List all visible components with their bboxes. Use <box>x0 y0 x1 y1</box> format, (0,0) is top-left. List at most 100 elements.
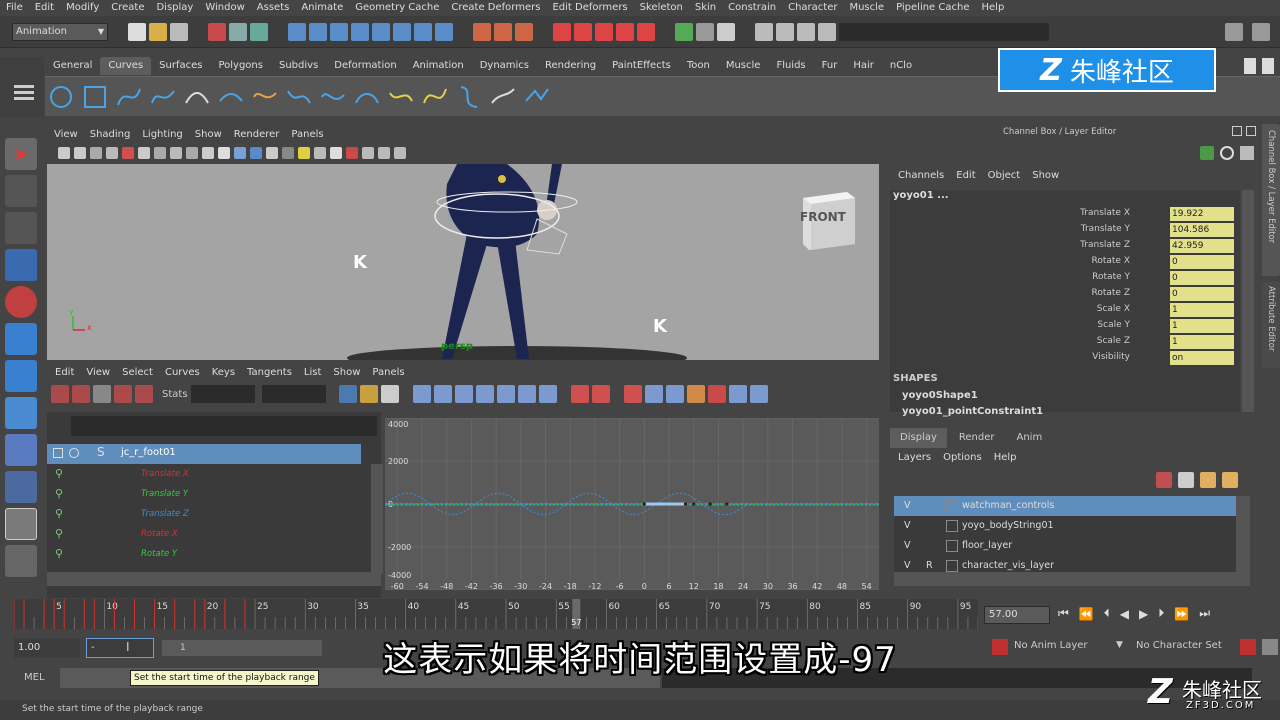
current-time-field[interactable]: 57.00 <box>984 606 1050 624</box>
shelf-tab-muscle[interactable]: Muscle <box>718 57 769 75</box>
cb-attr-value[interactable]: 0 <box>1170 271 1234 285</box>
cb-attr-value[interactable]: 1 <box>1170 303 1234 317</box>
render-settings-icon[interactable] <box>595 22 613 41</box>
snap-view-icon[interactable] <box>351 22 369 41</box>
ep-curve-icon[interactable] <box>149 83 177 111</box>
menu-edit-deformers[interactable]: Edit Deformers <box>546 0 633 16</box>
new-layer-selected-icon[interactable] <box>1222 472 1238 488</box>
panel-close-icon[interactable] <box>1246 126 1256 136</box>
play-forwards-icon[interactable]: ▶ <box>1139 607 1148 621</box>
shelf-tab-curves[interactable]: Curves <box>100 57 152 75</box>
outliner-hscrollbar[interactable] <box>47 572 381 586</box>
isolate-select-icon[interactable] <box>346 147 358 159</box>
graph-menu-view[interactable]: View <box>80 367 116 378</box>
layer-color-swatch[interactable] <box>946 540 958 552</box>
layout-icon[interactable] <box>1225 22 1243 41</box>
layer-visibility-toggle[interactable]: V <box>904 516 911 536</box>
layer-list-scrollbar[interactable] <box>1236 496 1250 574</box>
channel-row[interactable]: ⚲ Rotate Y <box>47 544 361 564</box>
menu-pipeline-cache[interactable]: Pipeline Cache <box>890 0 975 16</box>
go-to-start-icon[interactable]: ⏮ <box>1058 606 1069 621</box>
shelf-scroll-left-icon[interactable] <box>1244 58 1256 74</box>
swap-buffer-icon[interactable] <box>686 385 705 403</box>
shadows-icon[interactable] <box>314 147 326 159</box>
cb-menu-channels[interactable]: Channels <box>892 170 950 181</box>
move-layer-down-icon[interactable] <box>1178 472 1194 488</box>
layer-row[interactable]: Vyoyo_bodyString01 <box>894 516 1236 536</box>
keyframe[interactable] <box>642 502 646 506</box>
insert-knot-icon[interactable] <box>319 83 347 111</box>
image-plane-icon[interactable] <box>106 147 118 159</box>
outliner-vscrollbar[interactable] <box>371 464 383 574</box>
show-manip-icon[interactable] <box>5 434 37 466</box>
menu-window[interactable]: Window <box>199 0 250 16</box>
film-icon[interactable] <box>717 22 735 41</box>
cb-menu-show[interactable]: Show <box>1026 170 1065 181</box>
shelf-tab-nclo[interactable]: nClo <box>882 57 920 75</box>
graph-menu-keys[interactable]: Keys <box>206 367 241 378</box>
reverse-curve-icon[interactable] <box>421 83 449 111</box>
output-ops-icon[interactable] <box>494 22 512 41</box>
channel-row[interactable]: ⚲ Translate X <box>47 464 361 484</box>
break-tangents-icon[interactable] <box>570 385 589 403</box>
paint-select-icon[interactable] <box>5 212 37 244</box>
menu-create[interactable]: Create <box>105 0 150 16</box>
lights-icon[interactable] <box>298 147 310 159</box>
expand-icon[interactable] <box>53 448 63 458</box>
layer-color-swatch[interactable] <box>946 560 958 572</box>
hud-icon[interactable] <box>755 22 773 41</box>
outliner-node-row[interactable]: S jc_r_foot01 <box>47 444 361 464</box>
cb-menu-edit[interactable]: Edit <box>950 170 981 181</box>
menu-set-dropdown[interactable]: Animation ▼ <box>12 22 108 41</box>
wireframe-icon[interactable] <box>234 147 246 159</box>
move-tool-icon[interactable] <box>5 249 37 281</box>
viewport-menu-panels[interactable]: Panels <box>285 129 329 140</box>
move-layer-up-icon[interactable] <box>1156 472 1172 488</box>
soft-mod-icon[interactable] <box>5 397 37 429</box>
shelf-tab-subdivs[interactable]: Subdivs <box>271 57 326 75</box>
rebuild-curve-icon[interactable] <box>455 83 483 111</box>
layer-menu-layers[interactable]: Layers <box>892 452 937 463</box>
layer-visibility-toggle[interactable]: V <box>904 496 911 516</box>
menu-file[interactable]: File <box>0 0 29 16</box>
sound-icon[interactable] <box>675 22 693 41</box>
cb-attr-value[interactable]: 1 <box>1170 319 1234 333</box>
2d-pan-icon[interactable] <box>122 147 134 159</box>
plateau-tangent-icon[interactable] <box>538 385 557 403</box>
wireframe-on-shaded-icon[interactable] <box>266 147 278 159</box>
new-empty-layer-icon[interactable] <box>1200 472 1216 488</box>
retime-tool-icon[interactable] <box>135 385 153 403</box>
step-back-frame-icon[interactable]: ⏪ <box>1079 607 1094 621</box>
channel-row[interactable]: ⚲ Translate Z <box>47 504 361 524</box>
xray-active-icon[interactable] <box>378 147 390 159</box>
graph-menu-edit[interactable]: Edit <box>49 367 80 378</box>
universal-manip-icon[interactable] <box>5 360 37 392</box>
graph-menu-tangents[interactable]: Tangents <box>241 367 298 378</box>
unify-tangents-icon[interactable] <box>591 385 610 403</box>
shelf-tab-hair[interactable]: Hair <box>845 57 882 75</box>
square-curve-icon[interactable] <box>81 83 109 111</box>
time-slider[interactable]: 5 10 15 20 25 30 35 40 45 50 55 60 65 70 75 80 85 90 95 57 <box>13 599 979 629</box>
grid-icon[interactable] <box>138 147 150 159</box>
clamped-tangent-icon[interactable] <box>454 385 473 403</box>
cb-speed-icon[interactable] <box>1240 146 1254 160</box>
cb-menu-object[interactable]: Object <box>982 170 1027 181</box>
shelf-tab-painteffects[interactable]: PaintEffects <box>604 57 679 75</box>
menu-skin[interactable]: Skin <box>689 0 722 16</box>
menu-display[interactable]: Display <box>150 0 199 16</box>
layer-menu-options[interactable]: Options <box>937 452 988 463</box>
cb-shape-item[interactable]: yoyo01_pointConstraint1 <box>890 404 1240 420</box>
snap-surface-icon[interactable] <box>372 22 390 41</box>
step-tangent-icon[interactable] <box>517 385 536 403</box>
go-to-end-icon[interactable]: ⏭ <box>1199 606 1210 621</box>
layer-tab-anim[interactable]: Anim <box>1006 428 1052 448</box>
step-forward-frame-icon[interactable]: ⏩ <box>1174 607 1189 621</box>
shelf-tab-fluids[interactable]: Fluids <box>768 57 813 75</box>
step-back-key-icon[interactable]: ⏴ <box>1104 606 1110 621</box>
cb-attr-value[interactable]: 0 <box>1170 255 1234 269</box>
select-hierarchy-icon[interactable] <box>208 22 226 41</box>
menu-animate[interactable]: Animate <box>295 0 349 16</box>
shelf-tab-rendering[interactable]: Rendering <box>537 57 604 75</box>
attribute-editor-icon[interactable] <box>776 22 794 41</box>
panel-layout-icon[interactable] <box>1252 22 1270 41</box>
